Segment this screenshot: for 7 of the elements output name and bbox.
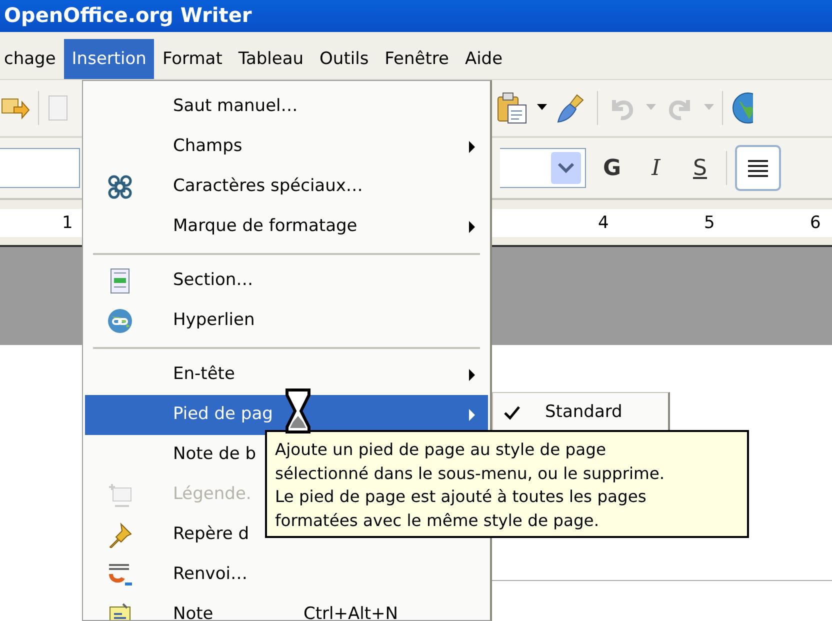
shortcut-text: Ctrl+Alt+N xyxy=(304,603,398,620)
tooltip: Ajoute un pied de page au style de page sélectionné dans le sous-menu, ou le supprime. Le pied de page est ajouté à toutes les pages formatées avec le même style de page. xyxy=(265,430,749,538)
ruler-number: 1 xyxy=(62,212,73,234)
window-title: OpenOffice.org Writer xyxy=(0,0,832,32)
ruler-number: 5 xyxy=(704,212,715,234)
ruler-number: 4 xyxy=(598,212,609,234)
ruler-number: 6 xyxy=(810,212,821,234)
